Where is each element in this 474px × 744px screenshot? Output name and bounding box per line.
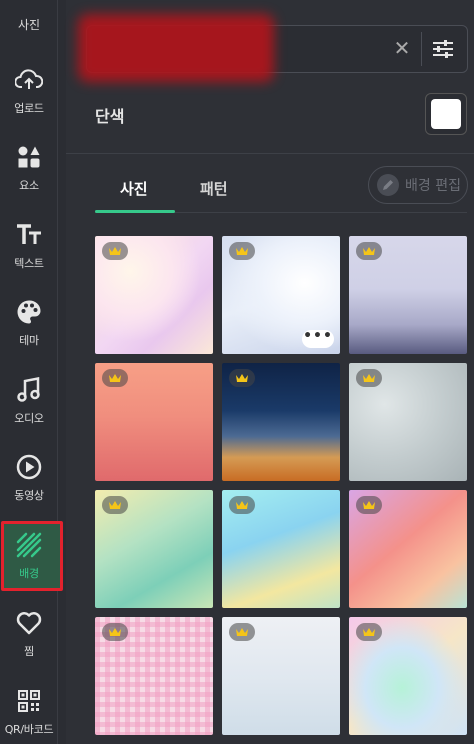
close-icon[interactable]: ✕ bbox=[392, 38, 412, 58]
background-tile[interactable] bbox=[222, 490, 340, 608]
sidebar-item-label: 배경 bbox=[19, 567, 39, 580]
crown-icon bbox=[229, 242, 255, 260]
play-circle-icon bbox=[15, 453, 43, 481]
crown-icon bbox=[229, 623, 255, 641]
sidebar-item-label: 요소 bbox=[19, 179, 39, 192]
background-stripes-icon bbox=[15, 531, 43, 559]
sidebar-item-background[interactable]: 배경 bbox=[0, 531, 58, 603]
background-tile[interactable]: ••• bbox=[222, 236, 340, 354]
crown-icon bbox=[356, 242, 382, 260]
active-tab-indicator bbox=[95, 210, 175, 213]
background-tile[interactable] bbox=[95, 363, 213, 481]
crown-icon bbox=[102, 242, 128, 260]
sidebar-item-label: 동영상 bbox=[14, 489, 44, 502]
sidebar-item-audio[interactable]: 오디오 bbox=[0, 376, 58, 448]
background-tile[interactable] bbox=[349, 617, 467, 735]
background-tile[interactable] bbox=[95, 236, 213, 354]
redacted-search-text bbox=[78, 14, 274, 82]
background-tile[interactable] bbox=[95, 617, 213, 735]
crown-icon bbox=[356, 623, 382, 641]
background-tile[interactable] bbox=[349, 363, 467, 481]
background-tile[interactable] bbox=[349, 236, 467, 354]
section-divider bbox=[66, 153, 474, 154]
solid-color-swatch[interactable] bbox=[425, 93, 467, 135]
sidebar-item-photo-label[interactable]: 사진 bbox=[0, 16, 58, 33]
text-icon bbox=[15, 221, 43, 249]
crown-icon bbox=[102, 623, 128, 641]
tab-pattern[interactable]: 패턴 bbox=[200, 178, 228, 199]
edit-background-button[interactable]: 배경 편집 bbox=[368, 166, 468, 204]
qr-code-icon bbox=[15, 687, 43, 715]
background-tile[interactable] bbox=[222, 617, 340, 735]
sidebar-item-theme[interactable]: 테마 bbox=[0, 298, 58, 370]
sidebar-item-label: QR/바코드 bbox=[4, 723, 54, 736]
crown-icon bbox=[102, 496, 128, 514]
sliders-icon[interactable] bbox=[430, 36, 456, 62]
sidebar-item-label: 텍스트 bbox=[14, 257, 44, 270]
sidebar-item-label: 찜 bbox=[24, 645, 34, 658]
crown-icon bbox=[102, 369, 128, 387]
background-tile[interactable] bbox=[349, 490, 467, 608]
edit-background-label: 배경 편집 bbox=[405, 178, 461, 194]
sidebar-item-video[interactable]: 동영상 bbox=[0, 453, 58, 525]
sidebar-item-label: 업로드 bbox=[14, 102, 44, 115]
color-preview bbox=[431, 99, 461, 129]
music-note-icon bbox=[15, 376, 43, 404]
crown-icon bbox=[356, 496, 382, 514]
crown-icon bbox=[229, 496, 255, 514]
search-divider bbox=[421, 32, 422, 66]
solid-color-label: 단색 bbox=[95, 107, 125, 126]
sidebar-item-upload[interactable]: 업로드 bbox=[0, 66, 58, 138]
heart-icon bbox=[15, 609, 43, 637]
pencil-icon bbox=[377, 174, 399, 196]
sidebar-item-label: 테마 bbox=[19, 334, 39, 347]
background-tile[interactable] bbox=[222, 363, 340, 481]
palette-icon bbox=[15, 298, 43, 326]
sidebar-item-qr[interactable]: QR/바코드 bbox=[0, 687, 58, 744]
sidebar-item-favorites[interactable]: 찜 bbox=[0, 609, 58, 681]
crown-icon bbox=[229, 369, 255, 387]
sidebar-item-elements[interactable]: 요소 bbox=[0, 143, 58, 215]
tab-photo[interactable]: 사진 bbox=[120, 178, 148, 199]
search-input[interactable] bbox=[290, 36, 380, 64]
shapes-icon bbox=[15, 143, 43, 171]
sidebar-item-text[interactable]: 텍스트 bbox=[0, 221, 58, 293]
sidebar-item-label: 오디오 bbox=[14, 412, 44, 425]
upload-cloud-icon bbox=[15, 66, 43, 94]
more-options-button[interactable]: ••• bbox=[302, 329, 334, 348]
background-tile[interactable] bbox=[95, 490, 213, 608]
crown-icon bbox=[356, 369, 382, 387]
